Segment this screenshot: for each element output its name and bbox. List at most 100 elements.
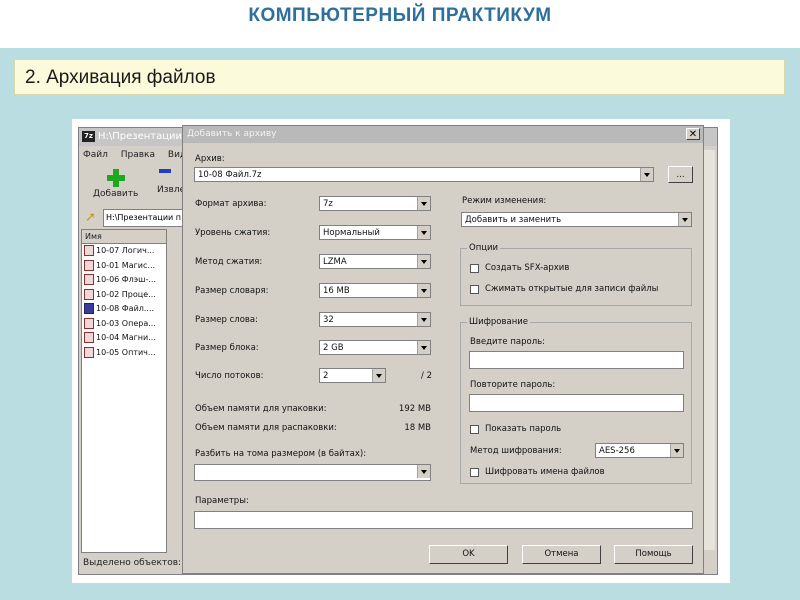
- level-label: Уровень сжатия:: [195, 228, 271, 238]
- address-bar[interactable]: H:\Презентации п: [103, 209, 187, 227]
- add-button-label: Добавить: [93, 189, 139, 199]
- chevron-down-icon[interactable]: [417, 226, 430, 239]
- list-item[interactable]: 10-01 Магис...: [82, 259, 166, 274]
- document-icon: [84, 245, 94, 256]
- slide-title: КОМПЬЮТЕРНЫЙ ПРАКТИКУМ: [248, 5, 552, 26]
- split-volumes-combo[interactable]: [194, 464, 431, 481]
- list-item[interactable]: 10-07 Логич...: [82, 244, 166, 259]
- cancel-button[interactable]: Отмена: [522, 545, 601, 564]
- encryption-group: Шифрование Введите пароль: Повторите пар…: [460, 317, 692, 484]
- document-icon: [84, 303, 94, 314]
- threads-label: Число потоков:: [195, 371, 264, 381]
- compress-shared-label: Сжимать открытые для записи файлы: [485, 284, 659, 294]
- slide-subtitle: 2. Архивация файлов: [25, 67, 216, 88]
- chevron-down-icon[interactable]: [417, 255, 430, 268]
- options-group: Опции Создать SFX-архив Сжимать открытые…: [460, 243, 692, 306]
- file-manager-title: H:\Презентации п: [98, 131, 192, 142]
- close-icon[interactable]: ✕: [686, 128, 700, 140]
- sevenzip-app-icon: 7z: [82, 131, 95, 142]
- menu-edit[interactable]: Правка: [121, 150, 155, 160]
- encrypt-names-label: Шифровать имена файлов: [485, 467, 605, 477]
- dictionary-select[interactable]: 16 MB: [319, 283, 431, 298]
- word-size-select[interactable]: 32: [319, 312, 431, 327]
- chevron-down-icon[interactable]: [417, 465, 430, 478]
- list-item[interactable]: 10-04 Магни...: [82, 331, 166, 346]
- format-select[interactable]: 7z: [319, 196, 431, 211]
- update-mode-select[interactable]: Добавить и заменить: [461, 212, 692, 227]
- method-label: Метод сжатия:: [195, 257, 263, 267]
- list-item[interactable]: 10-05 Оптич...: [82, 346, 166, 361]
- sfx-label: Создать SFX-архив: [485, 263, 570, 273]
- level-select[interactable]: Нормальный: [319, 225, 431, 240]
- chevron-down-icon[interactable]: [417, 313, 430, 326]
- dictionary-label: Размер словаря:: [195, 286, 269, 296]
- add-plus-icon: [106, 169, 125, 187]
- repeat-password-label: Повторите пароль:: [470, 380, 556, 390]
- dialog-titlebar: Добавить к архиву ✕: [183, 126, 703, 143]
- word-size-label: Размер слова:: [195, 315, 258, 325]
- list-item[interactable]: 10-06 Флэш-...: [82, 273, 166, 288]
- document-icon: [84, 288, 94, 300]
- update-mode-label: Режим изменения:: [462, 196, 547, 206]
- chevron-down-icon[interactable]: [640, 168, 653, 181]
- encryption-method-label: Метод шифрования:: [470, 446, 562, 456]
- dialog-title: Добавить к архиву: [187, 129, 277, 139]
- password-input[interactable]: [469, 351, 684, 369]
- document-icon: [84, 332, 94, 343]
- password-label: Введите пароль:: [470, 337, 546, 347]
- chevron-down-icon[interactable]: [417, 284, 430, 297]
- memory-unpack-label: Объем памяти для распаковки:: [195, 423, 337, 433]
- split-volumes-label: Разбить на тома размером (в байтах):: [195, 449, 367, 459]
- memory-unpack-value: 18 MB: [404, 423, 431, 433]
- compress-shared-checkbox[interactable]: [470, 285, 479, 294]
- ok-button[interactable]: OK: [429, 545, 508, 564]
- show-password-label: Показать пароль: [485, 424, 562, 434]
- document-icon: [84, 274, 94, 285]
- block-size-label: Размер блока:: [195, 343, 259, 353]
- block-size-select[interactable]: 2 GB: [319, 340, 431, 355]
- memory-pack-value: 192 MB: [398, 404, 431, 414]
- up-folder-icon[interactable]: ➚: [85, 210, 96, 225]
- parameters-input[interactable]: [194, 511, 693, 529]
- method-select[interactable]: LZMA: [319, 254, 431, 269]
- column-header-name[interactable]: Имя: [82, 230, 166, 244]
- encrypt-names-checkbox[interactable]: [470, 468, 479, 477]
- list-item[interactable]: 10-02 Проце...: [82, 288, 166, 303]
- list-item[interactable]: 10-08 Файл....: [82, 302, 166, 317]
- help-button[interactable]: Помощь: [614, 545, 693, 564]
- archive-path-value: 10-08 Файл.7z: [198, 170, 262, 180]
- browse-button[interactable]: ...: [668, 166, 693, 183]
- options-group-label: Опции: [467, 243, 501, 253]
- menu-file[interactable]: Файл: [83, 150, 108, 160]
- chevron-down-icon[interactable]: [372, 369, 385, 382]
- chevron-down-icon[interactable]: [670, 444, 683, 457]
- parameters-label: Параметры:: [195, 496, 249, 506]
- encryption-method-select[interactable]: AES-256: [595, 443, 684, 458]
- show-password-checkbox[interactable]: [470, 425, 479, 434]
- document-icon: [84, 346, 94, 358]
- add-to-archive-dialog: Добавить к архиву ✕ Архив: 10-08 Файл.7z…: [182, 125, 704, 574]
- sfx-checkbox[interactable]: [470, 264, 479, 273]
- slide-subtitle-box: 2. Архивация файлов: [14, 59, 785, 95]
- repeat-password-input[interactable]: [469, 394, 684, 412]
- status-bar-text: Выделено объектов: 1: [83, 558, 190, 568]
- memory-pack-label: Объем памяти для упаковки:: [195, 404, 327, 414]
- file-manager-scrollbar[interactable]: [703, 150, 715, 550]
- encryption-group-label: Шифрование: [467, 317, 531, 327]
- chevron-down-icon[interactable]: [417, 341, 430, 354]
- file-list: Имя 10-07 Логич... 10-01 Магис... 10-06 …: [81, 229, 167, 553]
- chevron-down-icon[interactable]: [678, 213, 691, 226]
- threads-select[interactable]: 2: [319, 368, 386, 383]
- threads-max: / 2: [421, 371, 432, 381]
- format-label: Формат архива:: [195, 199, 267, 209]
- extract-minus-icon: [159, 169, 171, 173]
- extract-button[interactable]: Извле: [157, 169, 185, 195]
- archive-label: Архив:: [195, 154, 225, 164]
- document-icon: [84, 317, 94, 329]
- extract-button-label: Извле: [157, 185, 186, 195]
- file-manager-menubar: Файл Правка Вид: [83, 150, 196, 160]
- chevron-down-icon[interactable]: [417, 197, 430, 210]
- archive-path-combo[interactable]: 10-08 Файл.7z: [194, 167, 654, 182]
- list-item[interactable]: 10-03 Опера...: [82, 317, 166, 332]
- add-button[interactable]: Добавить: [93, 169, 138, 199]
